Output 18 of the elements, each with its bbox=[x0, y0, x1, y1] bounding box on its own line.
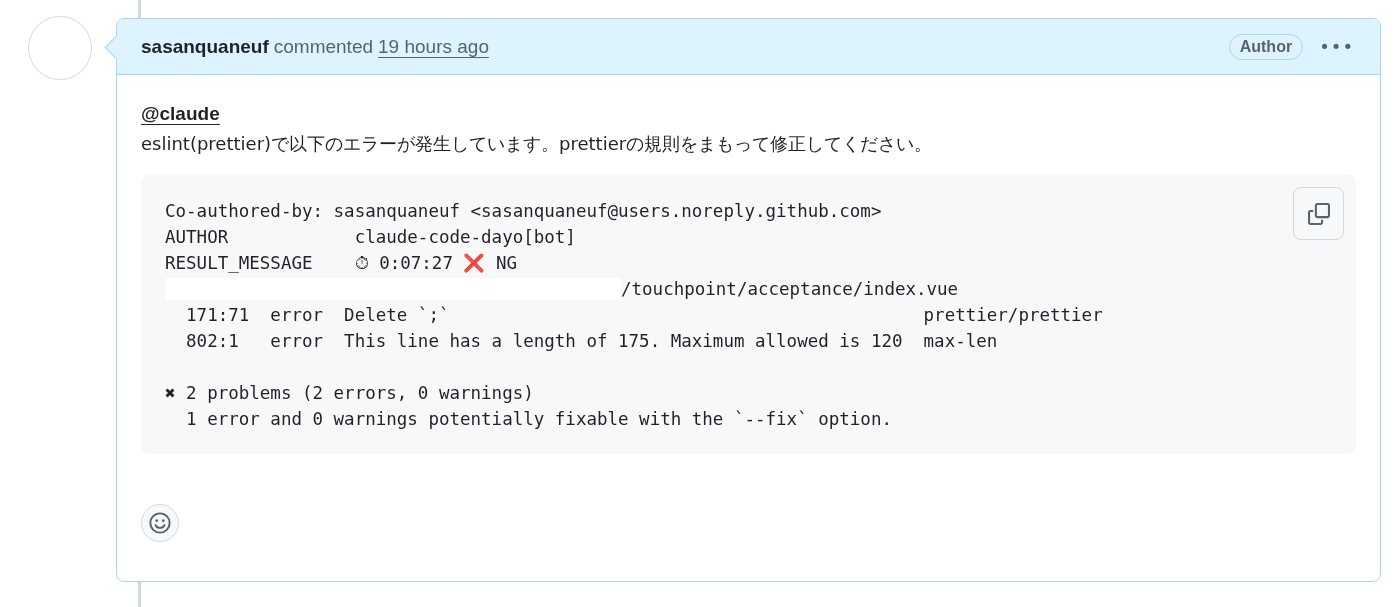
comment-text: eslint(prettier)で以下のエラーが発生しています。prettierの規則をまもって修正してください。 bbox=[141, 132, 933, 156]
code-line: AUTHOR claude-code-dayo[bot] bbox=[165, 226, 576, 249]
mention-link[interactable]: @claude bbox=[141, 101, 220, 127]
code-line: 802:1 error This line has a length of 175. Maximum allowed is 120 max-len bbox=[185, 330, 998, 353]
code-line: Co-authored-by: sasanquaneuf <sasanquaneuf@users.noreply.github.com> bbox=[165, 200, 882, 223]
copy-icon bbox=[1307, 202, 1330, 225]
copy-button[interactable] bbox=[1293, 187, 1344, 240]
comment-action: commented bbox=[273, 35, 374, 58]
code-line: RESULT_MESSAGE ⏱ 0:07:27 ❌ NG bbox=[165, 252, 518, 275]
add-reaction-button[interactable] bbox=[141, 504, 179, 542]
code-line: /touchpoint/acceptance/index.vue bbox=[621, 278, 959, 301]
timestamp-link[interactable]: 19 hours ago bbox=[378, 35, 489, 58]
code-line: 171:71 error Delete `;` prettier/prettier bbox=[185, 304, 1103, 327]
author-link[interactable]: sasanquaneuf bbox=[141, 35, 269, 58]
more-options-button[interactable]: ••• bbox=[1319, 36, 1354, 57]
code-line: 1 error and 0 warnings potentially fixable with the `--fix` option. bbox=[185, 408, 892, 431]
code-line: ✖ 2 problems (2 errors, 0 warnings) bbox=[165, 382, 534, 405]
smiley-icon bbox=[149, 512, 171, 534]
